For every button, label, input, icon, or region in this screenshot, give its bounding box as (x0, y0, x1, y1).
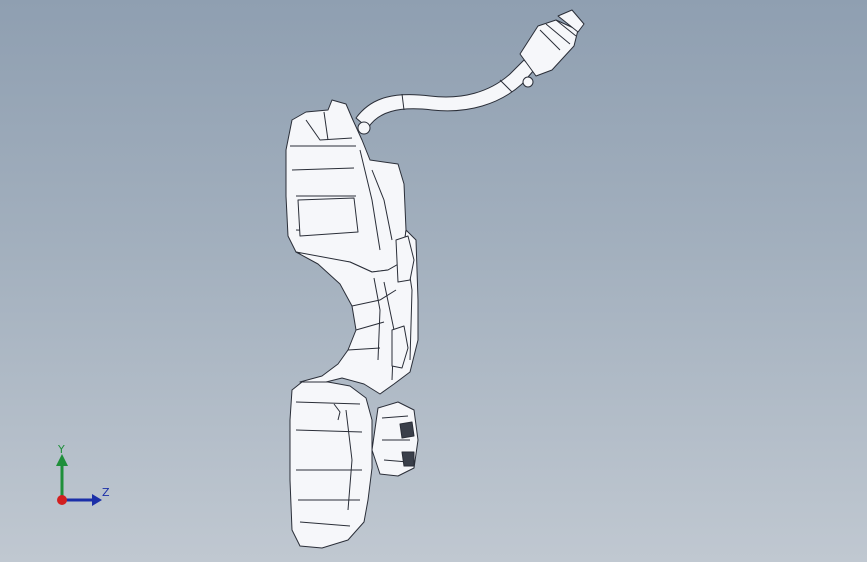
tank-lower-section (289, 381, 373, 549)
axis-z-label: Z (102, 486, 110, 499)
axis-y-label: Y (58, 443, 65, 456)
orientation-triad: Y Z (50, 440, 120, 510)
tank-upper-section (285, 99, 407, 273)
graphics-viewport[interactable]: Y Z (0, 0, 867, 562)
fuel-tank-model[interactable] (0, 0, 867, 562)
filler-neck-tube (355, 59, 535, 129)
